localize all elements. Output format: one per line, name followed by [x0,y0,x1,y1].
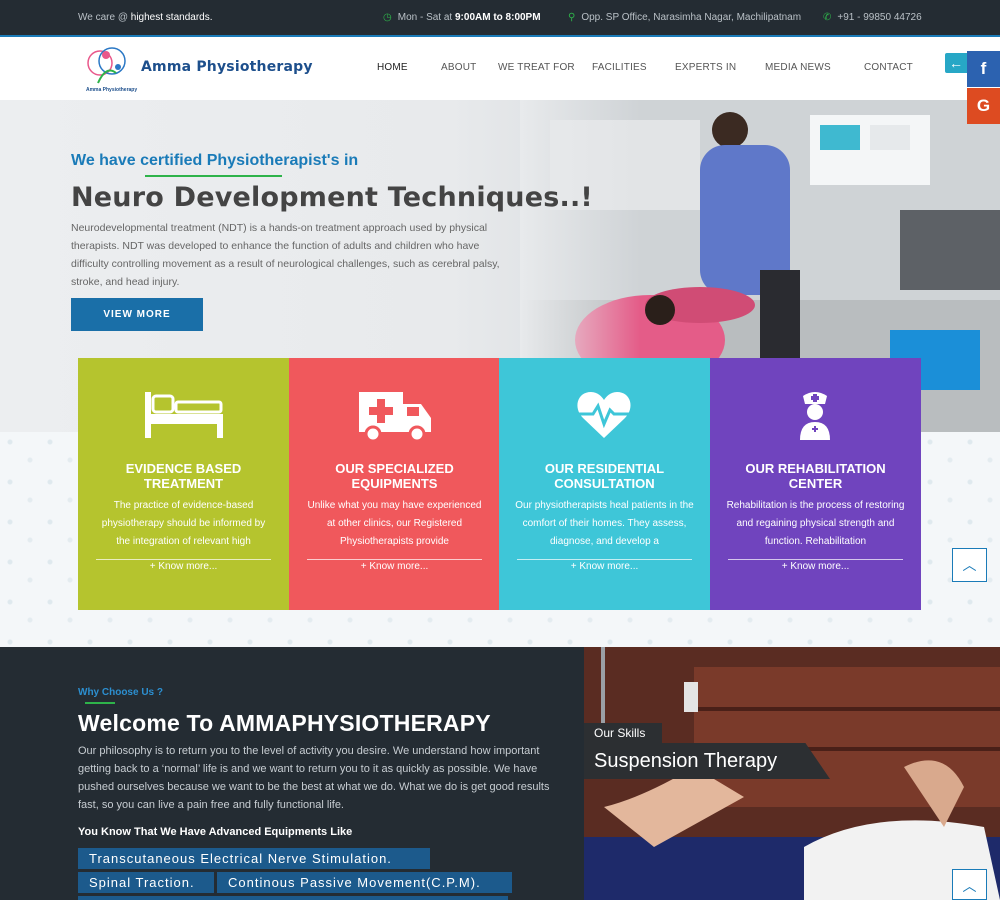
know-more-link[interactable]: + Know more... [499,561,710,572]
opening-hours: ◷ Mon - Sat at 9:00AM to 8:00PM [383,12,541,23]
equipment-tag: Continous Passive Movement(C.P.M). [217,872,512,893]
skills-title: Suspension Therapy [584,743,830,779]
heartbeat-icon [577,392,631,438]
section-title: Welcome To AMMAPHYSIOTHERAPY [78,710,491,736]
tagline-highlight: highest standards. [130,12,213,23]
hero-title: Neuro Development Techniques..! [71,182,593,213]
nav-home[interactable]: HOME [377,62,408,73]
equipment-heading: You Know That We Have Advanced Equipment… [78,826,353,838]
share-toggle-arrow-icon[interactable]: ← [945,53,967,73]
ambulance-icon [359,392,431,442]
card-text: Our physiotherapists heal patients in th… [515,500,694,547]
brand-name[interactable]: Amma Physiotherapy [141,59,313,75]
card-text: Unlike what you may have experienced at … [307,500,482,547]
nurse-icon [800,392,830,440]
hours-prefix: Mon - Sat at [397,12,455,23]
skills-label: Our Skills [584,723,662,743]
know-more-link[interactable]: + Know more... [710,561,921,572]
know-more-link[interactable]: + Know more... [289,561,500,572]
phone[interactable]: ✆ +91 - 99850 44726 [823,12,922,23]
nav-experts-in[interactable]: EXPERTS IN [675,62,736,73]
google-plus-icon[interactable]: G [967,88,1000,124]
feature-card-evidence-based[interactable]: EVIDENCE BASED TREATMENT The practice of… [78,358,289,610]
card-text: Rehabilitation is the process of restori… [726,500,905,547]
nav-media-news[interactable]: MEDIA NEWS [765,62,831,73]
card-divider [517,559,692,560]
site-header: Amma Physiotherapy Amma Physiotherapy HO… [0,37,1000,100]
hours-value: 9:00AM to 8:00PM [454,12,541,23]
card-divider [307,559,482,560]
card-title: EVIDENCE BASED TREATMENT [125,461,242,491]
scroll-top-chevron-up-icon[interactable]: ︿ [952,869,987,900]
view-more-button[interactable]: VIEW MORE [71,298,203,331]
know-more-link[interactable]: + Know more... [78,561,289,572]
section-eyebrow: Why Choose Us ? [78,687,164,698]
why-choose-us-section: Why Choose Us ? Welcome To AMMAPHYSIOTHE… [0,647,584,900]
hero-description: Neurodevelopmental treatment (NDT) is a … [71,222,500,288]
section-description: Our philosophy is to return you to the l… [78,745,550,811]
eyebrow-underline [85,702,115,704]
nav-we-treat-for[interactable]: WE TREAT FOR [498,62,575,73]
card-divider [728,559,903,560]
card-text: The practice of evidence-based physiothe… [101,500,266,547]
tagline: We care @ highest standards. [78,12,212,23]
card-title: OUR SPECIALIZED EQUIPMENTS [335,461,454,491]
nav-facilities[interactable]: FACILITIES [592,62,647,73]
nav-contact[interactable]: CONTACT [864,62,913,73]
feature-card-rehabilitation-center[interactable]: OUR REHABILITATION CENTER Rehabilitation… [710,358,921,610]
card-title: OUR REHABILITATION CENTER [745,461,886,491]
hero-subtitle: We have certified Physiotherapist's in [71,152,359,169]
equipment-tag: Spinal Traction. [78,872,214,893]
facebook-icon[interactable]: f [967,51,1000,87]
logo-caption: Amma Physiotherapy [86,87,138,93]
hospital-bed-icon [145,392,223,438]
address: ⚲ Opp. SP Office, Narasimha Nagar, Machil… [568,12,801,23]
top-info-bar: We care @ highest standards. ◷ Mon - Sat … [0,0,1000,35]
feature-card-specialized-equipments[interactable]: OUR SPECIALIZED EQUIPMENTS Unlike what y… [289,358,500,610]
scroll-top-chevron-up-icon[interactable]: ︿ [952,548,987,582]
phone-icon: ✆ [823,12,832,23]
map-pin-icon: ⚲ [568,12,576,23]
hero-subtitle-underline [145,175,282,177]
equipment-tag: Transcutaneous Electrical Nerve Stimulat… [78,848,430,869]
nav-about[interactable]: ABOUT [441,62,476,73]
clock-icon: ◷ [383,12,392,23]
tagline-prefix: We care @ [78,12,131,23]
card-title: OUR RESIDENTIAL CONSULTATION [544,461,665,491]
equipment-tag-row [78,896,508,900]
card-divider [96,559,271,560]
feature-card-residential-consultation[interactable]: OUR RESIDENTIAL CONSULTATION Our physiot… [499,358,710,610]
phone-text: +91 - 99850 44726 [837,12,922,23]
address-text: Opp. SP Office, Narasimha Nagar, Machili… [581,12,802,23]
